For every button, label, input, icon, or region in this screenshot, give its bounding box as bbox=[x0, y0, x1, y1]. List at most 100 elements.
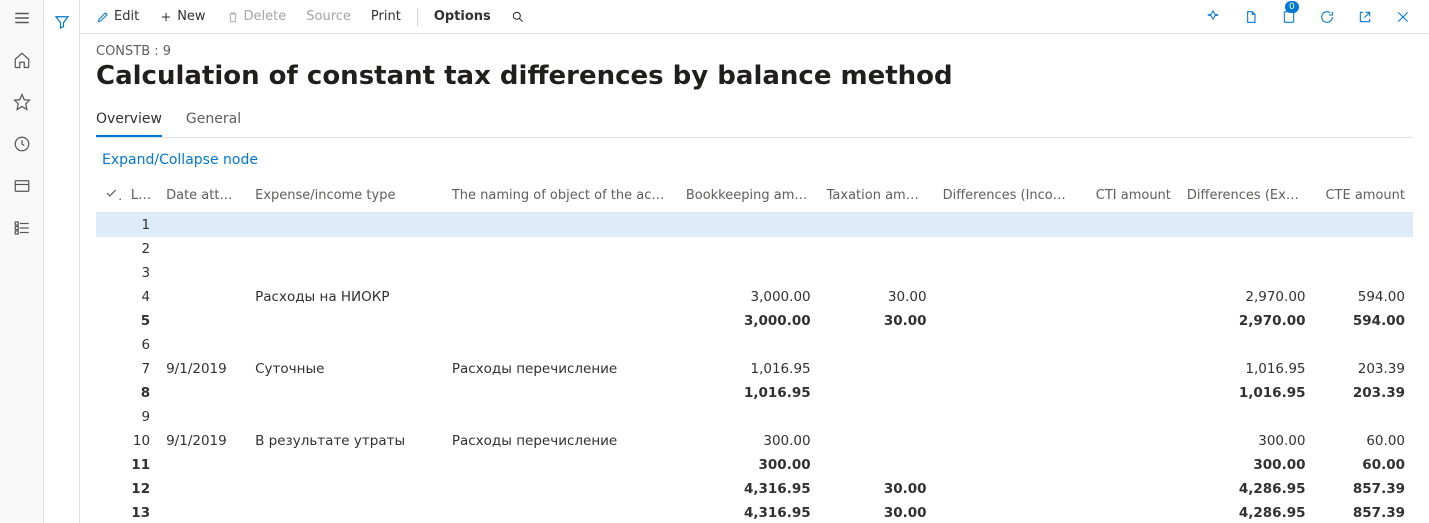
toolbar-separator bbox=[417, 8, 418, 26]
cell-cti bbox=[1080, 309, 1179, 333]
cell-type: Расходы на НИОКР bbox=[247, 285, 444, 309]
cell-cti bbox=[1080, 453, 1179, 477]
breadcrumb: CONSTB : 9 bbox=[96, 44, 1413, 59]
attachments-icon[interactable] bbox=[1237, 3, 1265, 31]
toolbar-right: 0 bbox=[1199, 3, 1421, 31]
cell-select bbox=[96, 333, 123, 357]
cell-cte bbox=[1314, 333, 1414, 357]
table-row[interactable]: 9 bbox=[96, 405, 1413, 429]
cell-diff-expense bbox=[1179, 261, 1314, 285]
cell-bookkeeping: 300.00 bbox=[678, 429, 819, 453]
table-row[interactable]: 2 bbox=[96, 237, 1413, 261]
table-body: 1234Расходы на НИОКР3,000.0030.002,970.0… bbox=[96, 213, 1413, 523]
cell-date bbox=[158, 309, 247, 333]
cell-select bbox=[96, 453, 123, 477]
cell-naming bbox=[444, 333, 678, 357]
col-diff-expense[interactable]: Differences (Expense) bbox=[1179, 180, 1314, 213]
col-taxation[interactable]: Taxation amount bbox=[819, 180, 935, 213]
table-row[interactable]: 124,316.9530.004,286.95857.39 bbox=[96, 477, 1413, 501]
table-row[interactable]: 81,016.951,016.95203.39 bbox=[96, 381, 1413, 405]
cell-type: Суточные bbox=[247, 357, 444, 381]
cell-cti bbox=[1080, 357, 1179, 381]
cell-diff-expense bbox=[1179, 333, 1314, 357]
cell-naming bbox=[444, 261, 678, 285]
cell-cte: 857.39 bbox=[1314, 477, 1414, 501]
col-line[interactable]: Li... bbox=[123, 180, 158, 213]
cell-diff-expense: 300.00 bbox=[1179, 429, 1314, 453]
cell-line: 3 bbox=[123, 261, 158, 285]
modules-icon[interactable] bbox=[2, 214, 42, 242]
cell-taxation bbox=[819, 453, 935, 477]
cell-select bbox=[96, 261, 123, 285]
cell-cti bbox=[1080, 405, 1179, 429]
cell-line: 10 bbox=[123, 429, 158, 453]
cell-diff-income bbox=[935, 381, 1080, 405]
cell-date bbox=[158, 261, 247, 285]
expand-collapse-link[interactable]: Expand/Collapse node bbox=[96, 148, 264, 172]
hamburger-icon[interactable] bbox=[2, 4, 42, 32]
refresh-icon[interactable] bbox=[1313, 3, 1341, 31]
cell-cte bbox=[1314, 261, 1414, 285]
cell-cti bbox=[1080, 333, 1179, 357]
cell-line: 11 bbox=[123, 453, 158, 477]
table-row[interactable]: 134,316.9530.004,286.95857.39 bbox=[96, 501, 1413, 523]
new-label: New bbox=[177, 9, 205, 24]
home-icon[interactable] bbox=[2, 46, 42, 74]
cell-naming bbox=[444, 405, 678, 429]
workspace-icon[interactable] bbox=[2, 172, 42, 200]
table-row[interactable]: 109/1/2019В результате утратыРасходы пер… bbox=[96, 429, 1413, 453]
edit-button[interactable]: Edit bbox=[88, 5, 147, 28]
filter-icon[interactable] bbox=[44, 8, 79, 36]
col-bookkeeping[interactable]: Bookkeeping amount bbox=[678, 180, 819, 213]
print-button[interactable]: Print bbox=[363, 5, 409, 28]
cell-cti bbox=[1080, 213, 1179, 238]
cell-select bbox=[96, 213, 123, 238]
col-cti[interactable]: CTI amount bbox=[1080, 180, 1179, 213]
cell-type bbox=[247, 309, 444, 333]
search-button[interactable] bbox=[503, 6, 533, 28]
options-button[interactable]: Options bbox=[426, 5, 499, 28]
cell-diff-expense bbox=[1179, 237, 1314, 261]
table-row[interactable]: 79/1/2019СуточныеРасходы перечисление1,0… bbox=[96, 357, 1413, 381]
table-row[interactable]: 11300.00300.0060.00 bbox=[96, 453, 1413, 477]
table-row[interactable]: 4Расходы на НИОКР3,000.0030.002,970.0059… bbox=[96, 285, 1413, 309]
col-naming[interactable]: The naming of object of the account bbox=[444, 180, 678, 213]
cell-type bbox=[247, 501, 444, 523]
cell-taxation bbox=[819, 405, 935, 429]
table-row[interactable]: 3 bbox=[96, 261, 1413, 285]
col-date[interactable]: Date attached bbox=[158, 180, 247, 213]
cell-type bbox=[247, 213, 444, 238]
col-select[interactable] bbox=[96, 180, 123, 213]
cell-naming bbox=[444, 501, 678, 523]
cell-select bbox=[96, 501, 123, 523]
cell-cte: 594.00 bbox=[1314, 285, 1414, 309]
cell-select bbox=[96, 477, 123, 501]
table-row[interactable]: 53,000.0030.002,970.00594.00 bbox=[96, 309, 1413, 333]
notifications-icon[interactable]: 0 bbox=[1275, 3, 1303, 31]
cell-cti bbox=[1080, 381, 1179, 405]
cell-date: 9/1/2019 bbox=[158, 429, 247, 453]
col-diff-income[interactable]: Differences (Income) bbox=[935, 180, 1080, 213]
cell-select bbox=[96, 357, 123, 381]
cell-bookkeeping bbox=[678, 405, 819, 429]
col-type[interactable]: Expense/income type bbox=[247, 180, 444, 213]
tab-general[interactable]: General bbox=[186, 105, 241, 137]
cell-bookkeeping: 4,316.95 bbox=[678, 477, 819, 501]
cell-bookkeeping: 4,316.95 bbox=[678, 501, 819, 523]
tab-overview[interactable]: Overview bbox=[96, 105, 162, 137]
star-icon[interactable] bbox=[2, 88, 42, 116]
cell-diff-income bbox=[935, 309, 1080, 333]
close-icon[interactable] bbox=[1389, 3, 1417, 31]
navigation-rail bbox=[0, 0, 44, 523]
table-row[interactable]: 1 bbox=[96, 213, 1413, 238]
popout-icon[interactable] bbox=[1351, 3, 1379, 31]
table-row[interactable]: 6 bbox=[96, 333, 1413, 357]
new-button[interactable]: New bbox=[151, 5, 213, 28]
cell-diff-income bbox=[935, 501, 1080, 523]
cell-taxation bbox=[819, 381, 935, 405]
col-cte[interactable]: CTE amount bbox=[1314, 180, 1414, 213]
cell-cti bbox=[1080, 429, 1179, 453]
personalize-icon[interactable] bbox=[1199, 3, 1227, 31]
recent-icon[interactable] bbox=[2, 130, 42, 158]
cell-date bbox=[158, 213, 247, 238]
